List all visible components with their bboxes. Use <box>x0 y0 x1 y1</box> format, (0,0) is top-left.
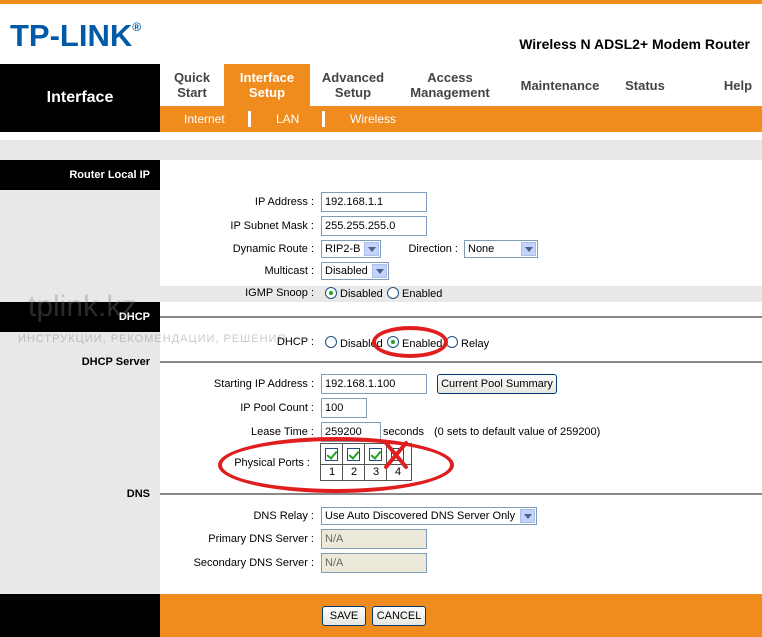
nav-advanced-setup[interactable]: Advanced Setup <box>312 64 394 106</box>
section-rule <box>160 493 762 495</box>
lease-time-label: Lease Time : <box>251 426 314 438</box>
section-rule <box>160 316 762 318</box>
dns-relay-label: DNS Relay : <box>253 510 314 522</box>
subnet-mask-label: IP Subnet Mask : <box>230 220 314 232</box>
chevron-down-icon <box>372 264 387 278</box>
content-top-bar <box>0 140 762 160</box>
ip-address-label: IP Address : <box>254 196 314 208</box>
dynamic-route-label: Dynamic Route : <box>232 243 314 255</box>
igmp-enabled-radio[interactable] <box>387 287 399 299</box>
nav-status[interactable]: Status <box>614 64 676 106</box>
subnav-wireless[interactable]: Wireless <box>350 106 396 132</box>
lease-time-hint: (0 sets to default value of 259200) <box>434 426 601 438</box>
ip-address-input[interactable]: 192.168.1.1 <box>321 192 427 212</box>
subnav-separator <box>322 111 325 127</box>
secondary-dns-input[interactable]: N/A <box>321 553 427 573</box>
nav-help[interactable]: Help <box>714 64 762 106</box>
save-button[interactable]: SAVE <box>322 606 366 626</box>
section-router-local-ip: Router Local IP <box>0 160 160 190</box>
section-dhcp-server: DHCP Server <box>81 356 150 368</box>
dhcp-relay-text: Relay <box>461 338 490 350</box>
igmp-disabled-radio[interactable] <box>325 287 337 299</box>
subnav-lan[interactable]: LAN <box>276 106 299 132</box>
dhcp-label: DHCP : <box>276 336 314 348</box>
nav-section-title: Interface <box>0 64 160 132</box>
cancel-button[interactable]: CANCEL <box>372 606 426 626</box>
footer-bar <box>160 594 762 637</box>
watermark-text: tplink.kz <box>28 290 137 323</box>
subnet-mask-input[interactable]: 255.255.255.0 <box>321 216 427 236</box>
pool-count-label: IP Pool Count : <box>240 402 314 414</box>
section-rule <box>160 361 762 363</box>
annotation-x-icon <box>384 441 408 469</box>
starting-ip-input[interactable]: 192.168.1.100 <box>321 374 427 394</box>
direction-label: Direction : <box>408 243 458 255</box>
nav-interface-setup[interactable]: Interface Setup <box>224 64 310 106</box>
pool-count-input[interactable]: 100 <box>321 398 367 418</box>
main-nav: Quick Start Interface Setup Advanced Setup … <box>160 64 762 106</box>
dns-relay-select[interactable]: Use Auto Discovered DNS Server Only <box>321 507 537 525</box>
header: TP-LINK® Wireless N ADSL2+ Modem Router <box>0 0 762 64</box>
chevron-down-icon <box>521 242 536 256</box>
nav-maintenance[interactable]: Maintenance <box>510 64 610 106</box>
subnav-separator <box>248 111 251 127</box>
lease-time-unit: seconds <box>383 426 424 438</box>
chevron-down-icon <box>520 509 535 523</box>
starting-ip-label: Starting IP Address : <box>213 378 314 390</box>
multicast-label: Multicast : <box>264 265 314 277</box>
dynamic-route-select[interactable]: RIP2-B <box>321 240 381 258</box>
annotation-ellipse-ports <box>218 437 454 493</box>
direction-select[interactable]: None <box>464 240 538 258</box>
multicast-select[interactable]: Disabled <box>321 262 389 280</box>
nav-quick-start[interactable]: Quick Start <box>160 64 224 106</box>
annotation-ellipse-dhcp <box>372 326 448 358</box>
model-name: Wireless N ADSL2+ Modem Router <box>519 36 750 52</box>
current-pool-summary-button[interactable]: Current Pool Summary <box>437 374 557 394</box>
section-dns: DNS <box>126 488 150 500</box>
tp-link-logo: TP-LINK® <box>10 18 142 53</box>
primary-dns-input[interactable]: N/A <box>321 529 427 549</box>
secondary-dns-label: Secondary DNS Server : <box>193 557 314 569</box>
igmp-enabled-text: Enabled <box>402 288 443 300</box>
igmp-disabled-text: Disabled <box>340 288 383 300</box>
igmp-snoop-label: IGMP Snoop : <box>245 287 314 299</box>
nav-access-management[interactable]: Access Management <box>398 64 502 106</box>
footer-left <box>0 594 160 637</box>
primary-dns-label: Primary DNS Server : <box>208 533 314 545</box>
dhcp-disabled-radio[interactable] <box>325 336 337 348</box>
left-column <box>0 160 160 594</box>
sub-nav: Internet LAN Wireless <box>160 106 762 132</box>
subnav-internet[interactable]: Internet <box>184 106 225 132</box>
chevron-down-icon <box>364 242 379 256</box>
